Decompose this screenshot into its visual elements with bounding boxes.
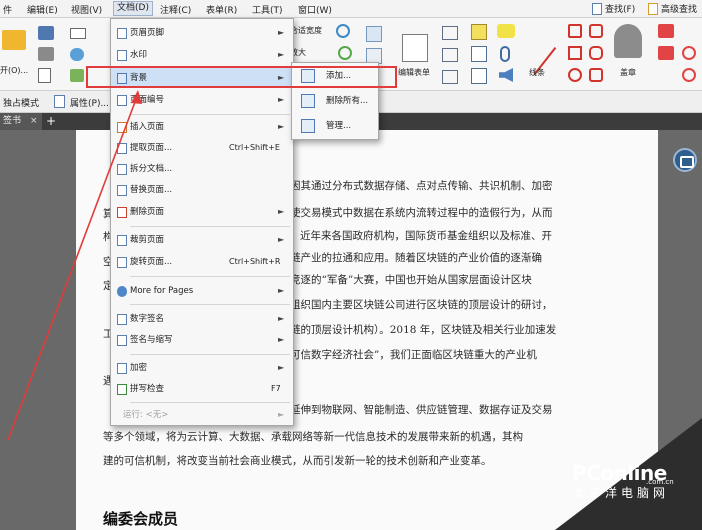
watermark-subtitle: 太平洋电脑网 — [573, 486, 670, 500]
annotation-arrow — [7, 90, 142, 441]
